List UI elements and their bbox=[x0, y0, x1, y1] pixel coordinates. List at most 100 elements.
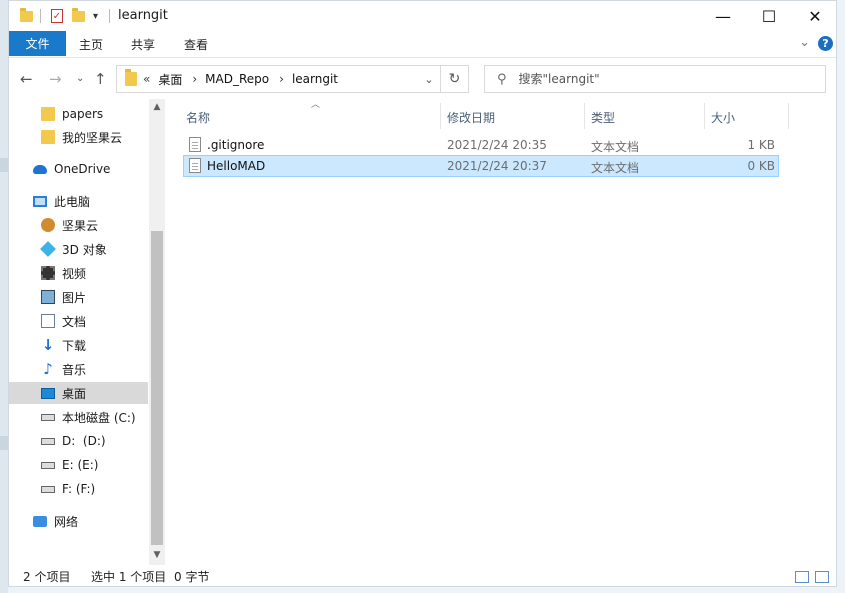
network-icon bbox=[33, 515, 47, 527]
column-divider[interactable] bbox=[788, 103, 789, 129]
forward-arrow-icon[interactable]: → bbox=[49, 70, 62, 88]
column-header-date[interactable]: 修改日期 bbox=[447, 109, 495, 126]
sidebar-item-label: OneDrive bbox=[54, 162, 111, 176]
sidebar-item-label: papers bbox=[62, 107, 104, 121]
file-name: .gitignore bbox=[207, 138, 265, 152]
sidebar-item-label: 网络 bbox=[54, 514, 79, 529]
file-row[interactable]: .gitignore 2021/2/24 20:35 文本文档 1 KB bbox=[183, 134, 779, 156]
address-folder-icon bbox=[125, 69, 137, 86]
selected-size: 0 字节 bbox=[174, 570, 210, 584]
sidebar-item-label: F: (F:) bbox=[62, 482, 96, 496]
column-divider[interactable] bbox=[704, 103, 705, 129]
sidebar-item-label: E: (E:) bbox=[62, 458, 99, 472]
properties-check-icon[interactable]: ✓ bbox=[51, 8, 63, 24]
close-button[interactable]: ✕ bbox=[792, 1, 838, 31]
breadcrumb-mad-repo[interactable]: MAD_Repo bbox=[205, 72, 269, 86]
sidebar-item-label: 图片 bbox=[62, 290, 87, 305]
scrollbar-thumb[interactable] bbox=[151, 231, 163, 545]
column-divider[interactable] bbox=[584, 103, 585, 129]
file-date: 2021/2/24 20:37 bbox=[447, 159, 547, 173]
column-header-size[interactable]: 大小 bbox=[711, 109, 735, 126]
breadcrumb-overflow[interactable]: « bbox=[143, 72, 150, 86]
file-size: 1 KB bbox=[747, 138, 775, 152]
sidebar-item-label: D: (D:) bbox=[62, 434, 106, 448]
sidebar-item-label: 本地磁盘 (C:) bbox=[62, 410, 136, 425]
window-title: learngit bbox=[118, 8, 168, 23]
downloads-icon: ↓ bbox=[41, 336, 55, 354]
file-type: 文本文档 bbox=[591, 161, 640, 175]
this-pc-icon bbox=[33, 195, 47, 207]
recent-locations-chevron-icon[interactable]: ⌄ bbox=[76, 73, 84, 84]
sidebar-item-label: 文档 bbox=[62, 314, 87, 329]
text-file-icon bbox=[189, 158, 201, 173]
navigation-bar: ← → ⌄ ↑ « 桌面 › MAD_Repo › learngit ⌄ ↻ ⚲ bbox=[9, 57, 836, 100]
item-count: 2 个项目 bbox=[23, 570, 71, 584]
3d-objects-icon bbox=[40, 241, 56, 257]
title-bar: ✓ ▾ learngit — ☐ ✕ bbox=[9, 1, 836, 31]
breadcrumb-chevron-icon[interactable]: › bbox=[279, 72, 284, 86]
text-file-icon bbox=[189, 137, 201, 152]
breadcrumb-desktop[interactable]: 桌面 bbox=[158, 71, 182, 88]
file-row[interactable]: HelloMAD 2021/2/24 20:37 文本文档 0 KB bbox=[183, 155, 779, 177]
file-size: 0 KB bbox=[747, 159, 775, 173]
sidebar-item-label: 此电脑 bbox=[54, 194, 91, 209]
sidebar-item-desktop[interactable]: 桌面 bbox=[9, 382, 148, 404]
background-window-fragment bbox=[0, 436, 8, 450]
music-icon: ♪ bbox=[43, 360, 53, 378]
search-icon: ⚲ bbox=[497, 71, 507, 87]
search-input[interactable] bbox=[516, 71, 801, 87]
large-icons-view-icon[interactable] bbox=[815, 571, 829, 583]
sidebar-item-label: 下载 bbox=[62, 338, 87, 353]
sidebar-scrollbar[interactable]: ▲ ▼ bbox=[149, 99, 165, 565]
background-window-fragment bbox=[0, 158, 8, 172]
file-explorer-window: ✓ ▾ learngit — ☐ ✕ 文件 主页 共享 查看 ⌄ ? ← → ⌄… bbox=[8, 0, 837, 587]
back-arrow-icon[interactable]: ← bbox=[20, 70, 33, 88]
column-header-name[interactable]: 名称 bbox=[186, 109, 210, 126]
minimize-button[interactable]: — bbox=[700, 1, 746, 31]
ribbon-tabs: 文件 主页 共享 查看 ⌄ ? bbox=[9, 31, 836, 57]
drive-icon bbox=[41, 413, 55, 421]
sidebar-item-label: 3D 对象 bbox=[62, 242, 107, 257]
navigation-pane: papers 我的坚果云 OneDrive 此电脑 坚果云 3D 对象 视频 图… bbox=[9, 99, 165, 565]
up-arrow-icon[interactable]: ↑ bbox=[94, 70, 107, 88]
column-divider[interactable] bbox=[440, 103, 441, 129]
background-window-edge bbox=[0, 0, 8, 593]
nutstore-icon bbox=[41, 218, 55, 232]
tab-file[interactable]: 文件 bbox=[9, 31, 66, 56]
onedrive-icon bbox=[33, 164, 47, 174]
selected-count: 选中 1 个项目 bbox=[91, 570, 167, 584]
sidebar-item-label: 音乐 bbox=[62, 362, 87, 377]
sidebar-item-label: 桌面 bbox=[62, 386, 87, 401]
documents-icon bbox=[41, 314, 55, 328]
drive-icon bbox=[41, 437, 55, 445]
refresh-icon[interactable]: ↻ bbox=[441, 65, 469, 93]
help-icon[interactable]: ? bbox=[818, 36, 833, 51]
address-bar[interactable]: « 桌面 › MAD_Repo › learngit ⌄ bbox=[116, 65, 441, 93]
videos-icon bbox=[41, 266, 55, 280]
expand-ribbon-chevron-icon[interactable]: ⌄ bbox=[799, 35, 810, 50]
column-header-type[interactable]: 类型 bbox=[591, 109, 615, 126]
file-type: 文本文档 bbox=[591, 140, 640, 154]
scroll-down-icon[interactable]: ▼ bbox=[149, 547, 165, 563]
quick-access-dropdown-icon[interactable]: ▾ bbox=[93, 8, 98, 24]
scroll-up-icon[interactable]: ▲ bbox=[149, 99, 165, 115]
tab-share[interactable]: 共享 bbox=[131, 36, 155, 53]
sidebar-item-label: 视频 bbox=[62, 266, 87, 281]
status-bar: 2 个项目 选中 1 个项目 0 字节 bbox=[9, 565, 836, 587]
sidebar-item-label: 我的坚果云 bbox=[62, 130, 123, 145]
breadcrumb-chevron-icon[interactable]: › bbox=[192, 72, 197, 86]
tab-view[interactable]: 查看 bbox=[184, 36, 208, 53]
sidebar-item-label: 坚果云 bbox=[62, 218, 99, 233]
drive-icon bbox=[41, 485, 55, 493]
file-date: 2021/2/24 20:35 bbox=[447, 138, 547, 152]
tab-home[interactable]: 主页 bbox=[79, 36, 103, 53]
search-box[interactable]: ⚲ bbox=[484, 65, 826, 93]
maximize-button[interactable]: ☐ bbox=[746, 1, 792, 31]
breadcrumb-learngit[interactable]: learngit bbox=[292, 72, 338, 86]
drive-icon bbox=[41, 461, 55, 469]
new-folder-icon[interactable] bbox=[72, 7, 85, 24]
folder-icon bbox=[41, 107, 55, 121]
file-name: HelloMAD bbox=[207, 159, 266, 173]
details-view-icon[interactable] bbox=[795, 571, 809, 583]
address-dropdown-chevron-icon[interactable]: ⌄ bbox=[418, 66, 440, 92]
